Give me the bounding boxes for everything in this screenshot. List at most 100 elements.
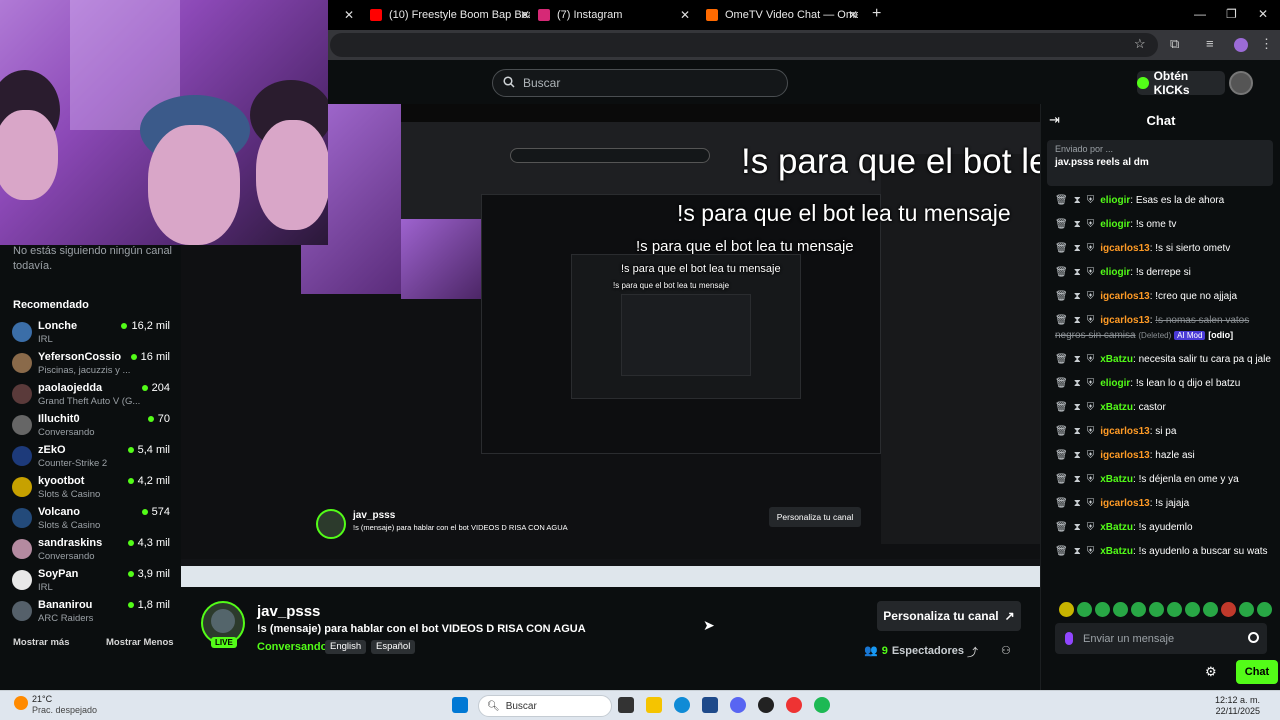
chat-username[interactable]: eliogir <box>1100 378 1130 389</box>
chat-username[interactable]: eliogir <box>1100 219 1130 230</box>
search-input[interactable]: Buscar <box>492 69 788 97</box>
timeout-icon[interactable]: ⧗ <box>1074 291 1081 302</box>
browser-tab-instagram[interactable]: (7) Instagram ✕ <box>538 0 690 30</box>
chat-message[interactable]: 🗑︎ ⧗ ⛨ igcarlos13: !creo que no ajjaja <box>1055 290 1271 304</box>
delete-icon[interactable]: 🗑︎ <box>1055 498 1068 509</box>
emote-icon[interactable] <box>1167 602 1182 617</box>
menu-icon[interactable]: ⋮ <box>1260 36 1273 52</box>
get-kicks-button[interactable]: Obtén KICKs <box>1137 69 1225 97</box>
chat-message[interactable]: 🗑︎ ⧗ ⛨ igcarlos13: si pa <box>1055 425 1271 439</box>
chat-message[interactable]: 🗑︎ ⧗ ⛨ igcarlos13: !s si sierto ometv <box>1055 242 1271 256</box>
timeout-icon[interactable]: ⧗ <box>1074 243 1081 254</box>
emoji-icon[interactable] <box>1248 632 1259 643</box>
new-tab-icon[interactable]: + <box>872 5 881 23</box>
bookmark-star-icon[interactable]: ☆ <box>1134 36 1146 52</box>
chat-message[interactable]: 🗑︎ ⧗ ⛨ xBatzu: !s ayudemlo <box>1055 521 1271 535</box>
stream-category[interactable]: Conversando <box>257 641 327 653</box>
emote-icon[interactable] <box>1149 602 1164 617</box>
emote-icon[interactable] <box>1239 602 1254 617</box>
delete-icon[interactable]: 🗑︎ <box>1055 450 1068 461</box>
browser-tab-partial[interactable]: ✕ <box>330 0 354 30</box>
delete-icon[interactable]: 🗑︎ <box>1055 195 1068 206</box>
chat-message[interactable]: 🗑︎ ⧗ ⛨ eliogir: Esas es la de ahora <box>1055 194 1271 208</box>
chat-message[interactable]: 🗑︎ ⧗ ⛨ eliogir: !s derrepe si <box>1055 266 1271 280</box>
chat-message[interactable]: 🗑︎ ⧗ ⛨ igcarlos13: !s nomas salen vatos neg… <box>1055 314 1271 343</box>
file-explorer-icon[interactable] <box>646 697 662 713</box>
browser-tab-youtube[interactable]: (10) Freestyle Boom Bap Beat | "M ✕ <box>370 0 530 30</box>
emote-icon[interactable] <box>1095 602 1110 617</box>
delete-icon[interactable]: 🗑︎ <box>1055 378 1068 389</box>
chat-username[interactable]: xBatzu <box>1100 354 1133 365</box>
timeout-icon[interactable]: ⧗ <box>1074 219 1081 230</box>
chat-message[interactable]: 🗑︎ ⧗ ⛨ igcarlos13: hazle asi <box>1055 449 1271 463</box>
delete-icon[interactable]: 🗑︎ <box>1055 474 1068 485</box>
timeout-icon[interactable]: ⧗ <box>1074 546 1081 557</box>
timeout-icon[interactable]: ⧗ <box>1074 354 1081 365</box>
emote-icon[interactable] <box>1131 602 1146 617</box>
customize-channel-button[interactable]: Personaliza tu canal ↗ <box>877 601 1021 631</box>
task-view-icon[interactable] <box>618 697 634 713</box>
timeout-icon[interactable]: ⧗ <box>1074 498 1081 509</box>
emote-icon[interactable] <box>1185 602 1200 617</box>
add-friend-icon[interactable]: ⚇ <box>1001 644 1011 657</box>
delete-icon[interactable]: 🗑︎ <box>1055 315 1068 326</box>
sidebar-channel[interactable]: Illuchit0 Conversando 70 <box>12 413 178 444</box>
send-chat-button[interactable]: Chat <box>1236 660 1278 684</box>
chat-username[interactable]: eliogir <box>1100 195 1130 206</box>
close-tab-icon[interactable]: ✕ <box>848 8 858 22</box>
edge-icon[interactable] <box>674 697 690 713</box>
sidebar-channel[interactable]: paolaojedda Grand Theft Auto V (G... 204 <box>12 382 178 413</box>
chat-username[interactable]: xBatzu <box>1100 402 1133 413</box>
chat-message[interactable]: 🗑︎ ⧗ ⛨ xBatzu: !s ayudenlo a buscar su wats <box>1055 545 1271 559</box>
sidebar-channel[interactable]: SoyPan IRL 3,9 mil <box>12 568 178 599</box>
timeout-icon[interactable]: ⧗ <box>1074 450 1081 461</box>
timeout-icon[interactable]: ⧗ <box>1074 378 1081 389</box>
chat-input[interactable]: Enviar un mensaje <box>1055 623 1267 654</box>
chat-username[interactable]: igcarlos13 <box>1100 498 1149 509</box>
delete-icon[interactable]: 🗑︎ <box>1055 402 1068 413</box>
chat-username[interactable]: xBatzu <box>1100 474 1133 485</box>
close-window-button[interactable]: ✕ <box>1258 7 1268 21</box>
media-icon[interactable]: ≡ <box>1206 36 1214 51</box>
chat-username[interactable]: xBatzu <box>1100 546 1133 557</box>
delete-icon[interactable]: 🗑︎ <box>1055 267 1068 278</box>
timeout-icon[interactable]: ⧗ <box>1074 426 1081 437</box>
discord-icon[interactable] <box>730 697 746 713</box>
chat-username[interactable]: igcarlos13 <box>1100 450 1149 461</box>
minimize-button[interactable]: — <box>1194 7 1206 21</box>
sidebar-channel[interactable]: kyootbot Slots & Casino 4,2 mil <box>12 475 178 506</box>
chat-username[interactable]: eliogir <box>1100 267 1130 278</box>
emote-icon[interactable] <box>1059 602 1074 617</box>
sidebar-channel[interactable]: sandraskins Conversando 4,3 mil <box>12 537 178 568</box>
delete-icon[interactable]: 🗑︎ <box>1055 243 1068 254</box>
emote-icon[interactable] <box>1077 602 1092 617</box>
chat-username[interactable]: xBatzu <box>1100 522 1133 533</box>
sidebar-channel[interactable]: Lonche IRL 16,2 mil <box>12 320 178 351</box>
close-tab-icon[interactable]: ✕ <box>520 8 530 22</box>
timeout-icon[interactable]: ⧗ <box>1074 315 1081 326</box>
delete-icon[interactable]: 🗑︎ <box>1055 219 1068 230</box>
emote-icon[interactable] <box>1257 602 1272 617</box>
sidebar-channel[interactable]: YefersonCossio Piscinas, jacuzzis y ... 16… <box>12 351 178 382</box>
chrome-icon[interactable] <box>786 697 802 713</box>
gear-icon[interactable]: ⚙ <box>1205 664 1217 680</box>
chat-username[interactable]: igcarlos13 <box>1100 291 1149 302</box>
delete-icon[interactable]: 🗑︎ <box>1055 522 1068 533</box>
delete-icon[interactable]: 🗑︎ <box>1055 354 1068 365</box>
delete-icon[interactable]: 🗑︎ <box>1055 426 1068 437</box>
browser-tab-ometv[interactable]: OmeTV Video Chat — Omegle Ra ✕ <box>706 0 858 30</box>
chat-message[interactable]: 🗑︎ ⧗ ⛨ igcarlos13: !s jajaja <box>1055 497 1271 511</box>
timeout-icon[interactable]: ⧗ <box>1074 195 1081 206</box>
chat-message[interactable]: 🗑︎ ⧗ ⛨ eliogir: !s ome tv <box>1055 218 1271 232</box>
user-avatar[interactable] <box>1229 71 1253 95</box>
chat-username[interactable]: igcarlos13 <box>1100 426 1149 437</box>
maximize-button[interactable]: ❐ <box>1226 7 1237 21</box>
tag-espanol[interactable]: Español <box>371 640 416 654</box>
timeout-icon[interactable]: ⧗ <box>1074 267 1081 278</box>
sidebar-channel[interactable]: zEkO Counter-Strike 2 5,4 mil <box>12 444 178 475</box>
close-tab-icon[interactable]: ✕ <box>344 8 354 22</box>
chat-message[interactable]: 🗑︎ ⧗ ⛨ xBatzu: !s déjenla en ome y ya <box>1055 473 1271 487</box>
tag-english[interactable]: English <box>325 640 367 654</box>
pinned-message[interactable]: Enviado por ... jav.psss reels al dm <box>1047 140 1273 186</box>
spotify-icon[interactable] <box>814 697 830 713</box>
